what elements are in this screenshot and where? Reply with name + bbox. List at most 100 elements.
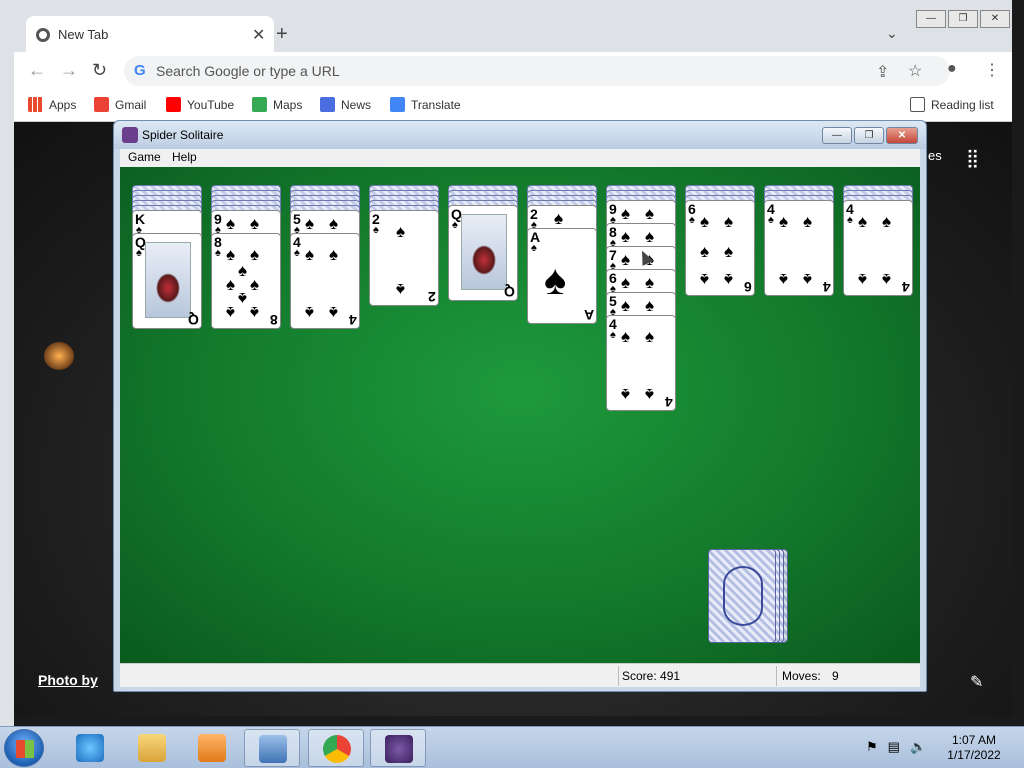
gmail-icon [94, 97, 109, 112]
close-button[interactable]: ✕ [886, 127, 918, 144]
playing-card[interactable]: Q ♠ Q [448, 205, 518, 301]
card-rank: 8 [270, 312, 278, 328]
forward-icon[interactable]: → [60, 60, 78, 81]
title-bar[interactable]: Spider Solitaire — ❐ ✕ [114, 121, 926, 149]
bookmark-news[interactable]: News [320, 97, 371, 112]
bookmark-star-icon[interactable]: ☆ [908, 61, 922, 81]
profile-icon[interactable]: ● [947, 60, 957, 78]
bookmark-youtube[interactable]: YouTube [166, 97, 234, 112]
menu-help[interactable]: Help [172, 150, 197, 164]
spade-icon: ♠ [803, 270, 813, 289]
maximize-button[interactable]: ❐ [948, 10, 978, 28]
new-tab-button[interactable]: + [276, 23, 288, 46]
google-apps-icon[interactable]: ⣿ [966, 148, 979, 169]
moves-label: Moves: [782, 669, 821, 683]
face-card-art [461, 214, 507, 290]
menu-game[interactable]: Game [128, 150, 161, 164]
spade-icon: ♠ [779, 270, 789, 289]
spade-icon: ♠ [645, 227, 655, 246]
playing-card[interactable]: 4 ♠ ♠ ♠ ♠ ♠ 4 [843, 200, 913, 296]
spade-icon: ♠ [305, 214, 315, 233]
bookmark-label: Translate [411, 97, 461, 112]
reload-icon[interactable]: ↻ [92, 60, 107, 81]
taskbar-internet-explorer[interactable] [62, 729, 118, 767]
bookmark-label: YouTube [187, 97, 235, 112]
taskbar-control-panel[interactable] [244, 729, 300, 767]
spade-icon: ♠ [250, 303, 260, 322]
reading-list-label: Reading list [931, 97, 994, 112]
spade-icon: ♠ [645, 385, 655, 404]
minimize-button[interactable]: — [916, 10, 946, 28]
background-light [44, 342, 74, 370]
spade-icon: ♠ [294, 247, 300, 259]
clock-time: 1:07 AM [951, 733, 997, 747]
bookmark-maps[interactable]: Maps [252, 97, 302, 112]
back-icon[interactable]: ← [28, 60, 46, 81]
game-board[interactable]: K ♠ Q ♠ Q 9 ♠ ♠ ♠ 8 ♠ ♠ ♠ ♠ ♠ ♠ ♠ ♠ ♠ 8 5 ♠ ♠ ♠ 4 ♠ ♠ ♠ ♠ ♠ 4 2 ♠ ♠ ♠ 2 Q ♠ Q 2… [120, 167, 920, 663]
start-button[interactable] [4, 729, 44, 767]
bookmark-gmail[interactable]: Gmail [94, 97, 146, 112]
search-input[interactable]: Search Google or type a URL [156, 63, 340, 79]
bookmark-translate[interactable]: Translate [390, 97, 461, 112]
card-back-pattern [723, 566, 763, 626]
playing-card[interactable]: 4 ♠ ♠ ♠ ♠ ♠ 4 [764, 200, 834, 296]
spade-icon: ♠ [645, 273, 655, 292]
window-controls: — ❐ ✕ [916, 10, 1010, 28]
spade-icon: ♠ [621, 385, 631, 404]
window-frame [0, 0, 14, 768]
taskbar-chrome[interactable] [308, 729, 364, 767]
customize-pencil-icon[interactable]: ✎ [970, 672, 983, 692]
bookmark-apps[interactable]: Apps [28, 97, 76, 112]
clock[interactable]: 1:07 AM 1/17/2022 [936, 733, 1012, 763]
spade-icon: ♠ [882, 270, 892, 289]
playing-card[interactable]: A ♠ ♠ A [527, 228, 597, 324]
action-center-flag-icon[interactable]: ⚑ [866, 739, 878, 755]
spade-icon: ♠ [452, 219, 458, 231]
tab-search-icon[interactable]: ⌄ [886, 25, 898, 42]
spade-icon: ♠ [238, 289, 248, 308]
maps-icon [252, 97, 267, 112]
playing-card[interactable]: 8 ♠ ♠ ♠ ♠ ♠ ♠ ♠ ♠ ♠ 8 [211, 233, 281, 329]
youtube-icon [166, 97, 181, 112]
taskbar-file-explorer[interactable] [124, 729, 180, 767]
close-tab-icon[interactable]: ✕ [252, 25, 265, 45]
reading-list-button[interactable]: Reading list [910, 97, 994, 112]
spade-icon: ♠ [226, 214, 236, 233]
photo-credit-link[interactable]: Photo by [38, 672, 98, 688]
spade-icon: ♠ [531, 242, 537, 254]
spade-icon: ♠ [645, 296, 655, 315]
spade-icon: ♠ [544, 256, 567, 303]
google-icon: G [134, 62, 146, 79]
playing-card[interactable]: 4 ♠ ♠ ♠ ♠ ♠ 4 [290, 233, 360, 329]
spade-icon: ♠ [768, 214, 774, 226]
playing-card[interactable]: 6 ♠ ♠ ♠ ♠ ♠ ♠ ♠ 6 [685, 200, 755, 296]
card-rank: 4 [665, 394, 673, 410]
volume-icon[interactable]: 🔈 [910, 739, 926, 755]
spade-icon: ♠ [724, 270, 734, 289]
system-tray: ⚑ ▤ 🔈 [866, 739, 926, 755]
spider-solitaire-icon [385, 735, 413, 763]
minimize-button[interactable]: — [822, 127, 852, 144]
clock-date: 1/17/2022 [947, 748, 1001, 762]
menu-icon[interactable]: ⋮ [984, 60, 1000, 80]
apps-grid-icon [28, 97, 43, 112]
spade-icon: ♠ [724, 212, 734, 231]
close-window-button[interactable]: ✕ [980, 10, 1010, 28]
network-icon[interactable]: ▤ [888, 739, 900, 755]
stock-pile[interactable] [708, 549, 776, 643]
playing-card[interactable]: Q ♠ Q [132, 233, 202, 329]
menu-bar: Game Help [120, 149, 920, 167]
maximize-button[interactable]: ❐ [854, 127, 884, 144]
share-icon[interactable]: ⇪ [876, 62, 889, 82]
card-rank: 6 [744, 279, 752, 295]
address-bar[interactable]: G Search Google or type a URL ⇪ ☆ [124, 56, 950, 86]
translate-icon [390, 97, 405, 112]
taskbar-media-player[interactable] [184, 729, 240, 767]
playing-card[interactable]: 4 ♠ ♠ ♠ ♠ ♠ 4 [606, 315, 676, 411]
tab-title: New Tab [58, 27, 109, 42]
tab-new-tab[interactable]: New Tab ✕ [26, 16, 274, 52]
spade-icon: ♠ [621, 227, 631, 246]
playing-card[interactable]: 2 ♠ ♠ ♠ 2 [369, 210, 439, 306]
taskbar-spider-solitaire[interactable] [370, 729, 426, 767]
spade-icon: ♠ [226, 245, 236, 264]
